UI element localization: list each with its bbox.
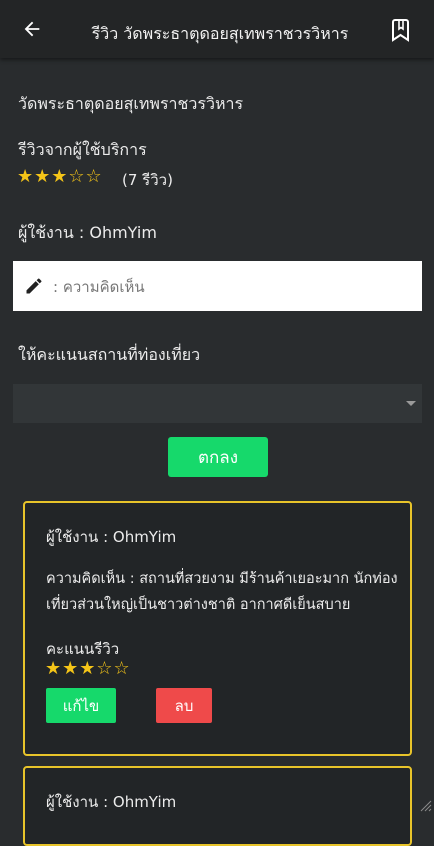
resize-grip-icon[interactable] xyxy=(418,798,432,812)
place-name: วัดพระธาตุดอยสุเทพราชวรวิหาร xyxy=(18,94,244,113)
app-bar: รีวิว วัดพระธาตุดอยสุเทพราชวรวิหาร xyxy=(0,0,434,58)
caret-down-icon xyxy=(406,401,416,406)
average-rating-stars: ★★★☆☆ xyxy=(17,166,103,187)
review-count: (7 รีวิว) xyxy=(122,171,173,189)
comment-input[interactable] xyxy=(51,261,415,313)
review-user: ผู้ใช้งาน : OhmYim xyxy=(46,793,177,811)
bookmark-icon[interactable] xyxy=(391,18,413,42)
comment-field xyxy=(13,261,422,313)
submit-button[interactable]: ตกลง xyxy=(168,437,268,477)
rating-select[interactable] xyxy=(13,384,422,423)
delete-review-button[interactable]: ลบ xyxy=(156,688,212,723)
edit-review-button[interactable]: แก้ไข xyxy=(46,688,116,723)
reviews-heading: รีวิวจากผู้ใช้บริการ xyxy=(18,140,147,159)
review-card: ผู้ใช้งาน : OhmYim ความคิดเห็น : สถานที่… xyxy=(23,501,412,756)
current-user-label: ผู้ใช้งาน : OhmYim xyxy=(18,223,157,242)
page-title: รีวิว วัดพระธาตุดอยสุเทพราชวรวิหาร xyxy=(91,24,349,43)
arrow-left-icon[interactable] xyxy=(20,18,44,40)
review-comment: ความคิดเห็น : สถานที่สวยงาม มีร้านค้าเยอ… xyxy=(46,571,398,613)
pencil-icon xyxy=(26,278,42,294)
review-card: ผู้ใช้งาน : OhmYim xyxy=(23,766,412,846)
rate-place-label: ให้คะแนนสถานที่ท่องเที่ยว xyxy=(18,345,201,364)
review-stars: ★★★☆☆ xyxy=(45,658,131,679)
review-user: ผู้ใช้งาน : OhmYim xyxy=(46,528,177,546)
